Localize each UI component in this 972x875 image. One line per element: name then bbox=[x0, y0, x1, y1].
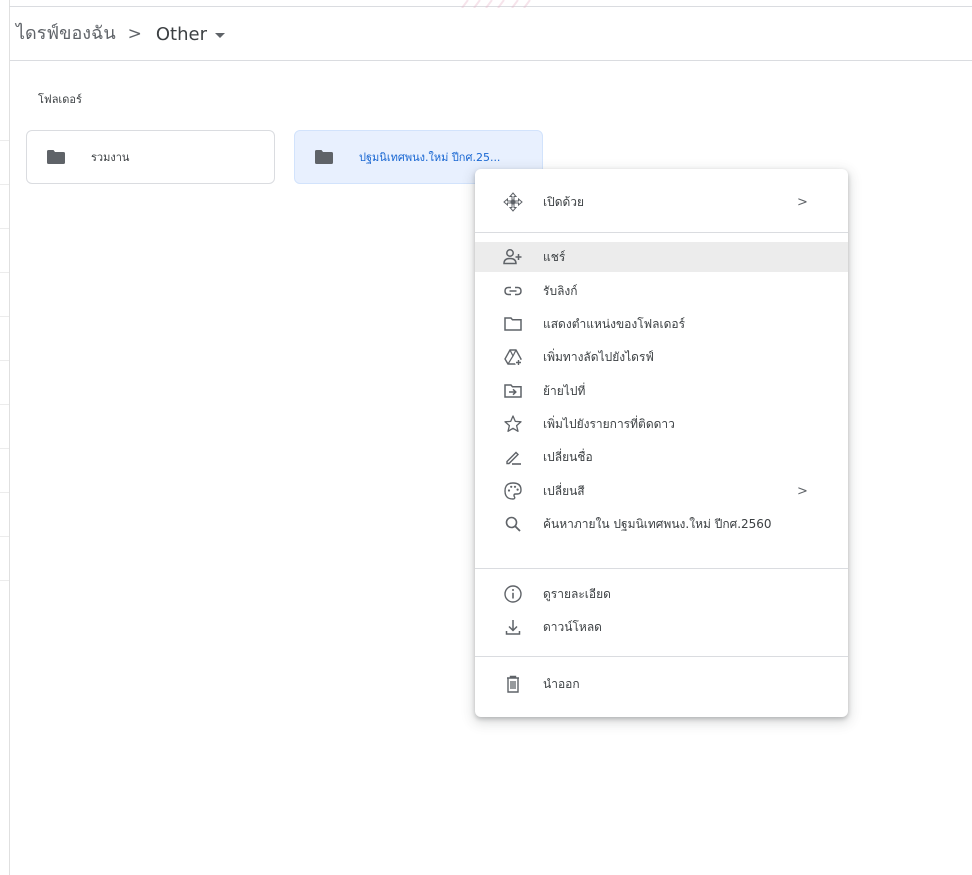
context-menu: เปิดด้วย > แชร์ รับลิงก์ แสดงตำแหน่งของโ… bbox=[475, 169, 848, 717]
menu-item-label: เปลี่ยนชื่อ bbox=[543, 449, 593, 464]
menu-item-label: เปลี่ยนสี bbox=[543, 483, 585, 498]
move-arrows-icon bbox=[503, 192, 523, 212]
menu-item-label: ย้ายไปที่ bbox=[543, 383, 586, 398]
breadcrumb-separator: > bbox=[127, 24, 142, 44]
menu-divider bbox=[475, 568, 848, 569]
folder-name: ปฐมนิเทศพนง.ใหม่ ปีกศ.25... bbox=[359, 151, 501, 164]
menu-item-share[interactable]: แชร์ bbox=[475, 242, 848, 272]
drive-shortcut-icon bbox=[503, 347, 523, 367]
folder-icon bbox=[315, 150, 333, 164]
menu-item-label: ดูรายละเอียด bbox=[543, 586, 611, 601]
menu-item-change-color[interactable]: เปลี่ยนสี > bbox=[475, 476, 848, 506]
submenu-chevron-icon: > bbox=[797, 483, 808, 499]
folder-icon bbox=[47, 150, 65, 164]
search-icon bbox=[503, 514, 523, 534]
menu-item-move-to[interactable]: ย้ายไปที่ bbox=[475, 376, 848, 406]
menu-item-remove[interactable]: นำออก bbox=[475, 669, 848, 699]
menu-item-open-with[interactable]: เปิดด้วย > bbox=[475, 187, 848, 217]
menu-item-label: แชร์ bbox=[543, 249, 566, 264]
menu-item-label: ดาวน์โหลด bbox=[543, 619, 602, 634]
info-icon bbox=[503, 584, 523, 604]
folders-section-label: โฟลเดอร์ bbox=[38, 93, 82, 106]
menu-item-label: นำออก bbox=[543, 676, 580, 691]
menu-item-label: รับลิงก์ bbox=[543, 283, 578, 298]
menu-item-show-location[interactable]: แสดงตำแหน่งของโฟลเดอร์ bbox=[475, 309, 848, 339]
move-folder-icon bbox=[503, 381, 523, 401]
menu-item-label: เปิดด้วย bbox=[543, 194, 585, 209]
menu-item-view-details[interactable]: ดูรายละเอียด bbox=[475, 579, 848, 609]
person-add-icon bbox=[503, 247, 523, 267]
menu-divider bbox=[475, 656, 848, 657]
link-icon bbox=[503, 281, 523, 301]
menu-item-label: เพิ่มทางลัดไปยังไดรฟ์ bbox=[543, 349, 654, 364]
breadcrumb: ไดรฟ์ของฉัน > Other bbox=[10, 8, 972, 61]
menu-item-label: แสดงตำแหน่งของโฟลเดอร์ bbox=[543, 316, 686, 331]
menu-item-get-link[interactable]: รับลิงก์ bbox=[475, 276, 848, 306]
menu-item-add-shortcut[interactable]: เพิ่มทางลัดไปยังไดรฟ์ bbox=[475, 342, 848, 372]
star-icon bbox=[503, 414, 523, 434]
watermark-logo bbox=[461, 0, 531, 8]
pencil-icon bbox=[503, 447, 523, 467]
menu-item-download[interactable]: ดาวน์โหลด bbox=[475, 612, 848, 642]
trash-icon bbox=[503, 674, 523, 694]
download-icon bbox=[503, 617, 523, 637]
submenu-chevron-icon: > bbox=[797, 194, 808, 210]
left-panel-edge bbox=[0, 0, 10, 875]
breadcrumb-my-drive[interactable]: ไดรฟ์ของฉัน bbox=[10, 17, 120, 51]
menu-item-label: เพิ่มไปยังรายการที่ติดดาว bbox=[543, 416, 675, 431]
drive-page: ไดรฟ์ของฉัน > Other โฟลเดอร์ รวมงาน ปฐมน… bbox=[0, 0, 972, 875]
folder-name: รวมงาน bbox=[91, 151, 130, 164]
folder-outline-icon bbox=[503, 314, 523, 334]
menu-divider bbox=[475, 232, 848, 233]
menu-item-search-within[interactable]: ค้นหาภายใน ปฐมนิเทศพนง.ใหม่ ปีกศ.2560 bbox=[475, 509, 848, 539]
menu-item-add-starred[interactable]: เพิ่มไปยังรายการที่ติดดาว bbox=[475, 409, 848, 439]
menu-item-rename[interactable]: เปลี่ยนชื่อ bbox=[475, 442, 848, 472]
breadcrumb-current-folder[interactable]: Other bbox=[150, 17, 231, 51]
breadcrumb-current-label: Other bbox=[155, 23, 207, 45]
menu-item-label: ค้นหาภายใน ปฐมนิเทศพนง.ใหม่ ปีกศ.2560 bbox=[543, 516, 772, 531]
folder-card[interactable]: รวมงาน bbox=[26, 130, 275, 184]
caret-down-icon bbox=[214, 32, 225, 38]
palette-icon bbox=[503, 481, 523, 501]
